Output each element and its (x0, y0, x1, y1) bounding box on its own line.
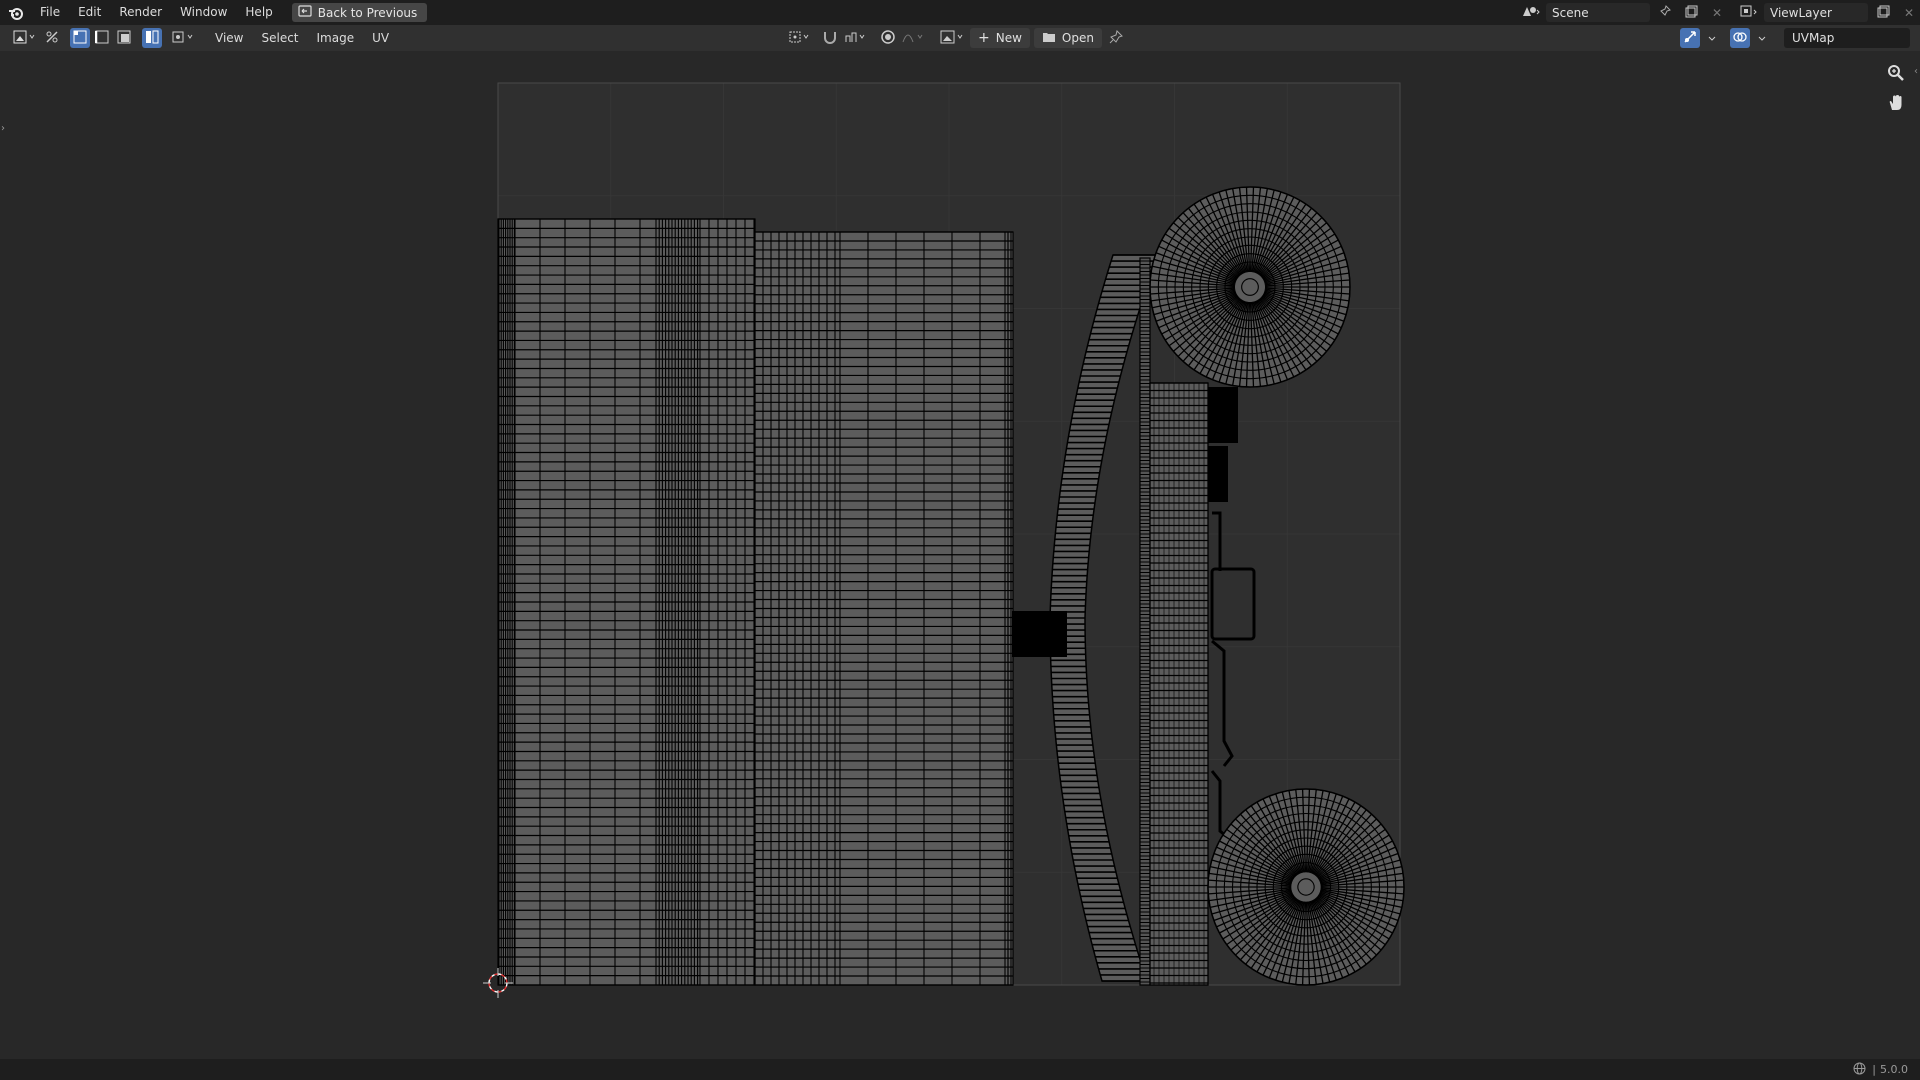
globe-icon (1853, 1062, 1866, 1078)
menu-file[interactable]: File (31, 0, 69, 25)
gizmo-options-dropdown[interactable] (1702, 28, 1722, 48)
open-image-button[interactable]: Open (1033, 28, 1102, 48)
uv-sync-selection-button[interactable] (42, 28, 62, 48)
vertex-select-icon (73, 30, 87, 47)
chevron-down-icon (1708, 31, 1716, 45)
view-layer-name: ViewLayer (1770, 5, 1832, 20)
menu-render[interactable]: Render (110, 0, 171, 25)
overlays-options-dropdown[interactable] (1752, 28, 1772, 48)
uv-editor-header: View Select Image UV + New Open UVMap (0, 25, 1920, 51)
close-icon: ✕ (1711, 5, 1723, 20)
uvmap-selector[interactable]: UVMap (1784, 28, 1910, 48)
back-icon (298, 5, 312, 20)
gizmo-toggle-button[interactable] (1680, 28, 1700, 48)
status-separator: | (1872, 1063, 1876, 1076)
overlays-icon (1733, 30, 1747, 47)
uvmap-name: UVMap (1792, 31, 1835, 45)
scene-icon (1521, 4, 1541, 21)
sticky-selection-dropdown[interactable] (170, 28, 198, 48)
status-bar: | 5.0.0 (0, 1059, 1920, 1080)
view-layer-icon (1739, 4, 1759, 21)
menu-image[interactable]: Image (308, 31, 364, 45)
edge-select-mode-button[interactable] (92, 28, 112, 48)
scene-name-field[interactable]: Scene (1546, 3, 1650, 22)
duplicate-icon (1877, 5, 1890, 21)
new-image-button[interactable]: + New (970, 28, 1030, 48)
proportional-editing-button[interactable] (878, 28, 898, 48)
header-right-tools (1680, 28, 1774, 48)
island-select-icon (145, 30, 159, 47)
sync-icon (44, 29, 60, 48)
menu-view[interactable]: View (206, 31, 252, 45)
sticky-selection-icon (172, 30, 196, 47)
uv-canvas[interactable] (0, 51, 1920, 1059)
delete-view-layer-button[interactable]: ✕ (1898, 3, 1920, 22)
toolbar-expand-arrow[interactable]: › (1, 123, 5, 134)
view-layer-selector-button[interactable] (1738, 3, 1760, 22)
new-image-label: New (995, 31, 1022, 45)
pivot-icon (788, 30, 812, 47)
delete-scene-button[interactable]: ✕ (1706, 3, 1728, 22)
blender-logo-icon[interactable] (5, 2, 27, 24)
back-to-previous-label: Back to Previous (317, 5, 418, 20)
edge-select-icon (94, 30, 109, 47)
uv-viewport[interactable]: › ‹ (0, 51, 1920, 1059)
falloff-curve-icon (902, 30, 926, 47)
menu-help[interactable]: Help (236, 0, 281, 25)
new-view-layer-button[interactable] (1872, 3, 1894, 22)
editor-type-button[interactable] (10, 28, 40, 48)
pin-icon (1659, 5, 1671, 20)
proportional-falloff-dropdown[interactable] (900, 28, 928, 48)
face-select-mode-button[interactable] (114, 28, 134, 48)
back-to-previous-button[interactable]: Back to Previous (291, 3, 428, 22)
face-select-icon (117, 30, 131, 47)
pivot-point-dropdown[interactable] (786, 28, 814, 48)
snap-toggle-button[interactable] (820, 28, 840, 48)
overlays-toggle-button[interactable] (1730, 28, 1750, 48)
island-select-mode-button[interactable] (142, 28, 162, 48)
zoom-icon[interactable] (1884, 61, 1908, 85)
duplicate-icon (1685, 5, 1698, 21)
close-icon: ✕ (1903, 5, 1915, 20)
menu-select[interactable]: Select (252, 31, 307, 45)
top-bar: File Edit Render Window Help Back to Pre… (0, 0, 1920, 25)
browse-image-dropdown[interactable] (938, 28, 968, 48)
menu-window[interactable]: Window (171, 0, 236, 25)
plus-icon: + (978, 30, 990, 46)
scene-pin-button[interactable] (1654, 3, 1676, 22)
vertex-select-mode-button[interactable] (70, 28, 90, 48)
pin-image-button[interactable] (1106, 28, 1126, 48)
chevron-down-icon (1758, 31, 1766, 45)
magnet-icon (822, 30, 838, 47)
gizmo-icon (1683, 30, 1697, 47)
snap-target-dropdown[interactable] (842, 28, 870, 48)
image-editor-icon (13, 30, 37, 47)
scene-controls: Scene ✕ ViewLayer ✕ (1520, 0, 1920, 25)
view-layer-field[interactable]: ViewLayer (1764, 3, 1868, 22)
pin-icon (1109, 29, 1123, 47)
snap-increment-icon (844, 30, 868, 47)
proportional-editing-icon (880, 29, 896, 48)
center-tools: + New Open (786, 28, 1128, 48)
scene-name: Scene (1552, 5, 1589, 20)
new-scene-button[interactable] (1680, 3, 1702, 22)
image-browse-icon (940, 30, 966, 47)
open-image-label: Open (1061, 31, 1094, 45)
menu-uv[interactable]: UV (363, 31, 398, 45)
menu-edit[interactable]: Edit (69, 0, 110, 25)
sidebar-expand-arrow[interactable]: ‹ (1914, 66, 1918, 77)
folder-icon (1042, 31, 1056, 46)
scene-selector-button[interactable] (1520, 3, 1542, 22)
version-label: 5.0.0 (1880, 1063, 1908, 1076)
hand-icon[interactable] (1884, 91, 1908, 115)
